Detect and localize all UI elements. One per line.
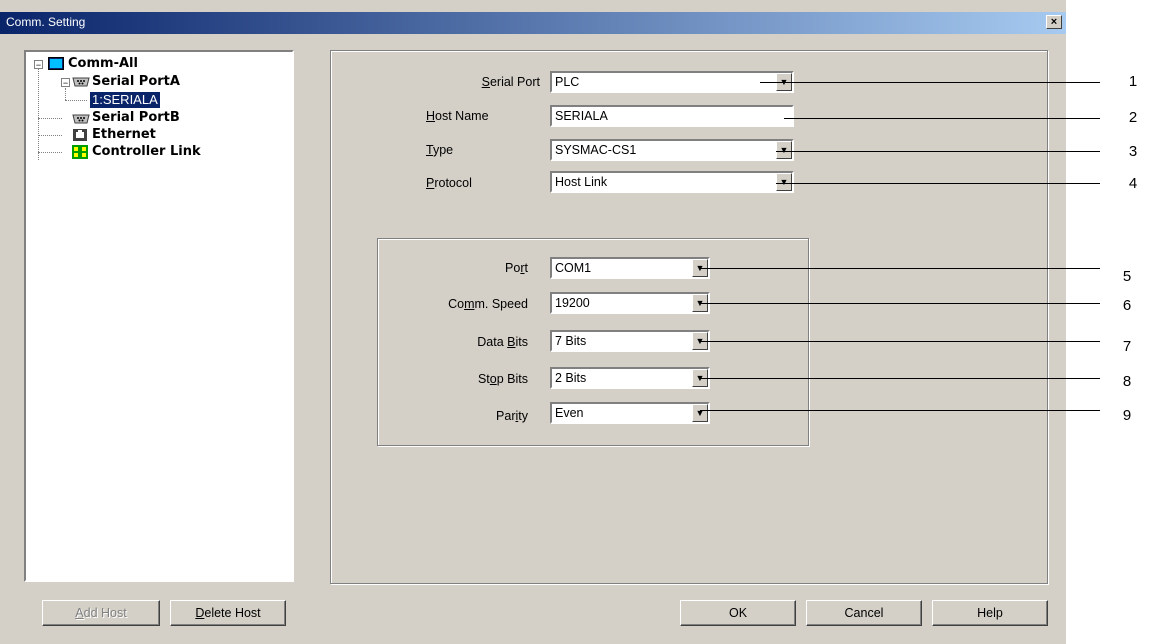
port-select[interactable]: COM1 ▼ <box>550 257 710 279</box>
callout-number-3: 3 <box>1128 143 1138 160</box>
data-bits-label: Data Bits <box>477 335 528 349</box>
callout-line-1 <box>760 82 1100 83</box>
add-host-button[interactable]: Add Host <box>42 600 160 626</box>
callout-number-4: 4 <box>1128 175 1138 192</box>
type-label: Type <box>426 143 454 157</box>
ok-button[interactable]: OK <box>680 600 796 626</box>
stop-bits-select[interactable]: 2 Bits ▼ <box>550 367 710 389</box>
callout-number-2: 2 <box>1128 109 1138 126</box>
callout-number-7: 7 <box>1122 338 1132 355</box>
tree-item-comm-all[interactable]: Comm-All <box>68 56 138 72</box>
callout-line-2 <box>784 118 1100 119</box>
ethernet-icon <box>72 128 88 141</box>
tree-item-ethernet[interactable]: Ethernet <box>92 127 156 143</box>
host-name-field[interactable] <box>552 107 792 125</box>
tree-item-seriala[interactable]: 1:SERIALA <box>90 92 160 108</box>
parity-select[interactable]: Even ▼ <box>550 402 710 424</box>
comm-tree: − Comm-All − Serial PortA 1:SERIALA Seri… <box>24 50 294 582</box>
callout-line-7 <box>700 341 1100 342</box>
collapse-icon[interactable]: − <box>34 60 43 70</box>
help-button[interactable]: Help <box>932 600 1048 626</box>
tree-item-serial-port-b[interactable]: Serial PortB <box>92 110 180 126</box>
callout-line-5 <box>700 268 1100 269</box>
serial-port-icon <box>72 112 90 125</box>
callout-number-6: 6 <box>1122 297 1132 314</box>
protocol-label: Protocol <box>426 176 472 190</box>
serial-port-select[interactable]: PLC ▼ <box>550 71 794 93</box>
comm-speed-select[interactable]: 19200 ▼ <box>550 292 710 314</box>
parity-label: Parity <box>496 409 528 423</box>
delete-host-button[interactable]: Delete Host <box>170 600 286 626</box>
callout-line-8 <box>700 378 1100 379</box>
callout-line-4 <box>776 183 1100 184</box>
tree-item-serial-port-a[interactable]: Serial PortA <box>92 74 180 90</box>
protocol-select[interactable]: Host Link ▼ <box>550 171 794 193</box>
callout-number-5: 5 <box>1122 268 1132 285</box>
callout-number-9: 9 <box>1122 407 1132 424</box>
controller-link-icon <box>72 145 88 159</box>
close-button[interactable]: × <box>1046 15 1062 29</box>
tree-item-controller-link[interactable]: Controller Link <box>92 144 201 160</box>
title-bar: Comm. Setting × <box>0 12 1066 34</box>
host-name-label: Host Name <box>426 109 489 123</box>
callout-number-1: 1 <box>1128 73 1138 90</box>
stop-bits-label: Stop Bits <box>477 372 528 386</box>
window-title: Comm. Setting <box>6 15 86 29</box>
callout-line-9 <box>700 410 1100 411</box>
host-name-input[interactable] <box>550 105 794 127</box>
dropdown-arrow-icon[interactable]: ▼ <box>776 141 792 159</box>
port-label: Port <box>505 261 528 275</box>
callout-number-8: 8 <box>1122 373 1132 390</box>
serial-port-label: Serial Port <box>481 75 540 89</box>
serial-port-icon <box>72 75 90 88</box>
type-select[interactable]: SYSMAC-CS1 ▼ <box>550 139 794 161</box>
callout-line-3 <box>776 151 1100 152</box>
dropdown-arrow-icon[interactable]: ▼ <box>692 404 708 422</box>
monitor-icon <box>48 57 64 70</box>
collapse-icon[interactable]: − <box>61 78 70 88</box>
data-bits-select[interactable]: 7 Bits ▼ <box>550 330 710 352</box>
callout-line-6 <box>700 303 1100 304</box>
comm-speed-label: Comm. Speed <box>448 297 528 311</box>
comm-setting-dialog: Comm. Setting × − Comm-All − Serial Port… <box>0 0 1066 644</box>
cancel-button[interactable]: Cancel <box>806 600 922 626</box>
dropdown-arrow-icon[interactable]: ▼ <box>776 173 792 191</box>
